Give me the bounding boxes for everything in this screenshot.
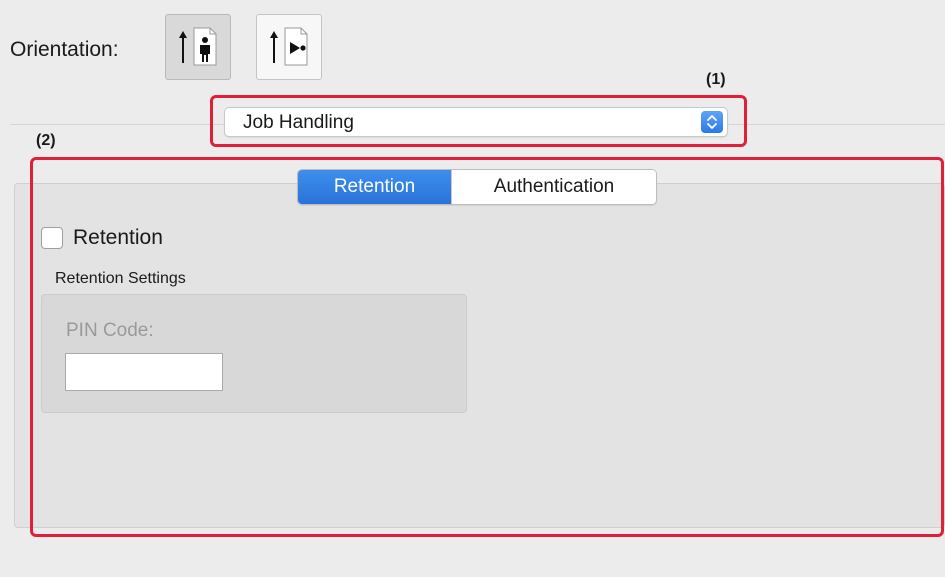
landscape-orientation-icon	[270, 27, 308, 66]
callout-1-label: (1)	[706, 71, 726, 88]
orientation-label: Orientation:	[10, 38, 119, 61]
callout-2-label: (2)	[36, 132, 56, 149]
tab-retention[interactable]: Retention	[298, 170, 451, 204]
job-handling-tabs: Retention Authentication	[297, 169, 657, 205]
portrait-orientation-button[interactable]	[165, 14, 231, 80]
pin-code-label: PIN Code:	[66, 320, 154, 341]
landscape-orientation-button[interactable]	[256, 14, 322, 80]
panel-popup-menu[interactable]: Job Handling	[224, 107, 728, 137]
panel-popup-selected-label: Job Handling	[243, 112, 354, 133]
tab-authentication[interactable]: Authentication	[451, 170, 656, 204]
up-down-chevron-icon	[701, 111, 723, 133]
retention-checkbox-label[interactable]: Retention	[73, 226, 163, 250]
retention-checkbox[interactable]	[41, 227, 63, 249]
pin-code-field[interactable]	[65, 353, 223, 391]
retention-settings-title: Retention Settings	[55, 270, 186, 287]
portrait-orientation-icon	[179, 27, 217, 66]
